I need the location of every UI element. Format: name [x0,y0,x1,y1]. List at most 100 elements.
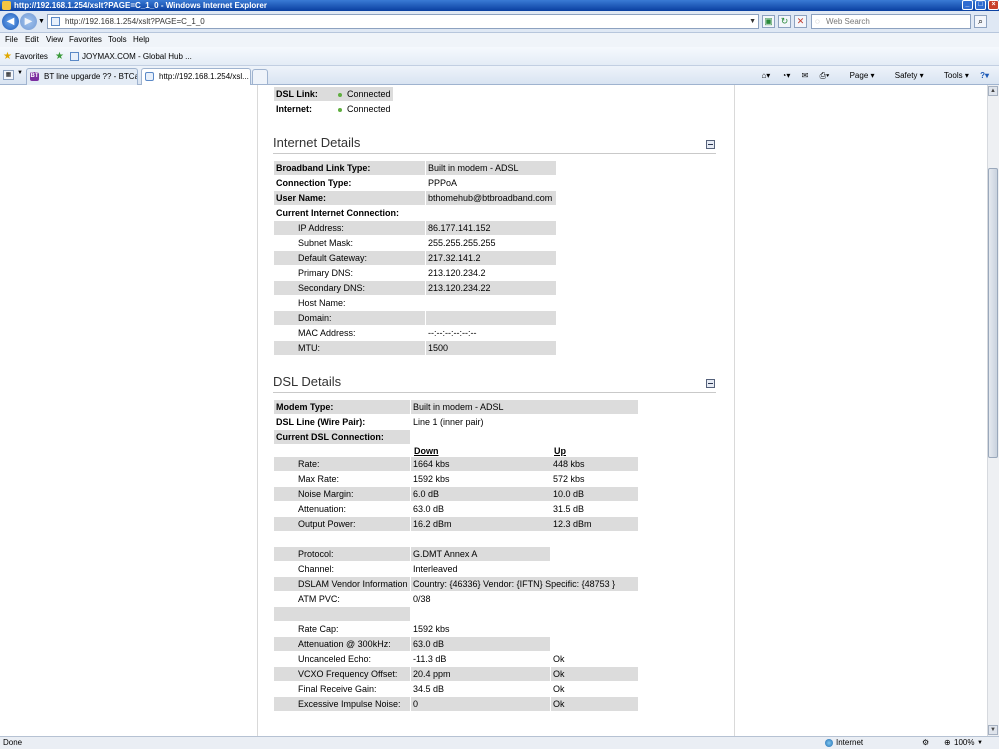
dsl-link-value: Connected [336,87,393,101]
zoom-level[interactable]: 100% [954,737,974,749]
status-bar: Done Internet ⚙ ⊕ 100% ▼ [0,736,999,749]
detail-label: Default Gateway: [274,251,425,265]
protocol-value: Interleaved [413,564,458,574]
refresh-icon[interactable]: ↻ [778,15,791,28]
detail-label: Primary DNS: [298,268,354,278]
protocol-label: DSLAM Vendor Information [274,577,410,591]
close-window-button[interactable]: × [988,0,999,10]
menu-file[interactable]: File [5,33,18,47]
detail-label: MTU: [274,341,425,355]
forward-button[interactable]: ▶ [20,13,37,30]
detail-label: User Name: [274,191,425,205]
diagnostic-label: Excessive Impulse Noise: [274,697,410,711]
rate-up-value: 572 kbs [553,474,585,484]
rate-down-value: 16.2 dBm [411,517,551,531]
status-dot-icon [338,107,342,112]
scroll-up-icon[interactable]: ▲ [988,86,998,96]
detail-label: Host Name: [298,298,346,308]
history-dropdown-icon[interactable]: ▼ [38,18,45,25]
new-tab-button[interactable] [252,69,268,85]
detail-value: 213.120.234.22 [426,281,556,295]
detail-value: 1500 [426,341,556,355]
address-bar[interactable]: http://192.168.1.254/xslt?PAGE=C_1_0 ▼ [47,14,759,29]
left-margin [0,85,258,736]
address-text: http://192.168.1.254/xslt?PAGE=C_1_0 [65,17,205,26]
address-dropdown-icon[interactable]: ▼ [749,15,756,28]
tools-menu[interactable]: Tools ▾ [935,71,969,80]
minimize-button[interactable]: _ [962,0,973,10]
scroll-down-icon[interactable]: ▼ [988,725,998,735]
diagnostic-label: Uncanceled Echo: [298,654,372,664]
detail-value: 217.32.141.2 [426,251,556,265]
page-icon [51,17,60,26]
router-panel: DSL Link: Connected Internet: Connected … [258,85,735,736]
rate-down-value: 1664 kbs [411,457,551,471]
rate-label: Rate: [274,457,410,471]
tab-router-page[interactable]: http://192.168.1.254/xsl... [141,68,251,85]
tab-bt-care[interactable]: BT BT line upgarde ?? - BTCare ... [26,68,138,85]
rate-up-value: 31.5 dB [553,504,585,514]
title-bar: http://192.168.1.254/xslt?PAGE=C_1_0 - W… [0,0,999,11]
zoom-icon[interactable]: ⊕ [944,737,951,749]
back-button[interactable]: ◀ [2,13,19,30]
page-menu-label: Page [849,71,869,80]
menu-favorites[interactable]: Favorites [69,33,102,47]
detail-label: Subnet Mask: [298,238,354,248]
tab-list-dropdown-icon[interactable]: ▼ [17,70,23,76]
detail-label: Connection Type: [276,178,352,188]
diagnostic-value: 20.4 ppm [411,667,550,681]
tab-label: http://192.168.1.254/xsl... [159,72,249,81]
rate-up-value: 12.3 dBm [551,517,638,531]
rate-down-value: 63.0 dB [413,504,445,514]
quick-tabs-icon[interactable]: ▦ [3,70,14,80]
search-go-icon[interactable]: ⌕ [974,15,987,28]
favorite-link[interactable]: JOYMAX.COM - Global Hub ... [82,47,192,66]
detail-value [426,296,556,310]
protocol-label: ATM PVC: [298,594,340,604]
help-icon[interactable]: ?▾ [980,71,989,80]
detail-value [426,311,556,325]
dsl-link-label: DSL Link: [274,87,336,101]
home-icon[interactable]: ⌂▾ [761,71,770,80]
page-menu[interactable]: Page ▾ [841,71,875,80]
add-favorite-icon[interactable]: ★ [55,47,64,66]
print-icon[interactable]: ⎙▾ [820,71,830,80]
diagnostic-label: Rate Cap: [298,624,339,634]
window-title: http://192.168.1.254/xslt?PAGE=C_1_0 - W… [14,1,267,10]
mail-icon[interactable]: ✉ [802,71,809,80]
rate-up-value: 10.0 dB [551,487,638,501]
safety-menu[interactable]: Safety ▾ [886,71,924,80]
detail-value: bthomehub@btbroadband.com [426,191,556,205]
command-bar: ⌂▾ ◔▾ ✉ ⎙▾ Page ▾ Safety ▾ Tools ▾ ?▾ [752,66,989,85]
zoom-dropdown-icon[interactable]: ▼ [977,737,983,749]
menu-tools[interactable]: Tools [108,33,127,47]
maximize-button[interactable]: □ [975,0,986,10]
detail-label: Broadband Link Type: [274,161,425,175]
detail-label: MAC Address: [298,328,356,338]
section-divider [273,392,716,393]
favorites-button[interactable]: Favorites [15,47,48,66]
menu-edit[interactable]: Edit [25,33,39,47]
bt-icon: BT [30,72,39,81]
rate-label: Output Power: [274,517,410,531]
menu-view[interactable]: View [46,33,63,47]
diagnostic-value: -11.3 dB [413,654,447,664]
search-input[interactable]: ◌ Web Search [811,14,971,29]
favorites-bar: ★ Favorites ★ JOYMAX.COM - Global Hub ..… [0,47,999,66]
collapse-dsl-icon[interactable] [706,379,715,388]
scrollbar-thumb[interactable] [988,168,998,458]
dsl-label: Current DSL Connection: [274,430,410,444]
rate-down-value: 6.0 dB [411,487,551,501]
status-dot-icon [338,92,342,97]
menu-help[interactable]: Help [133,33,149,47]
compatibility-icon[interactable]: ▣ [762,15,775,28]
globe-icon [825,739,833,747]
stop-icon[interactable]: ✕ [794,15,807,28]
detail-label: Secondary DNS: [274,281,425,295]
diagnostic-status: Ok [553,684,565,694]
protocol-label [274,607,410,621]
diagnostic-status: Ok [553,654,565,664]
feeds-icon[interactable]: ◔▾ [782,71,791,80]
column-up-header: Up [554,446,566,456]
collapse-internet-icon[interactable] [706,140,715,149]
